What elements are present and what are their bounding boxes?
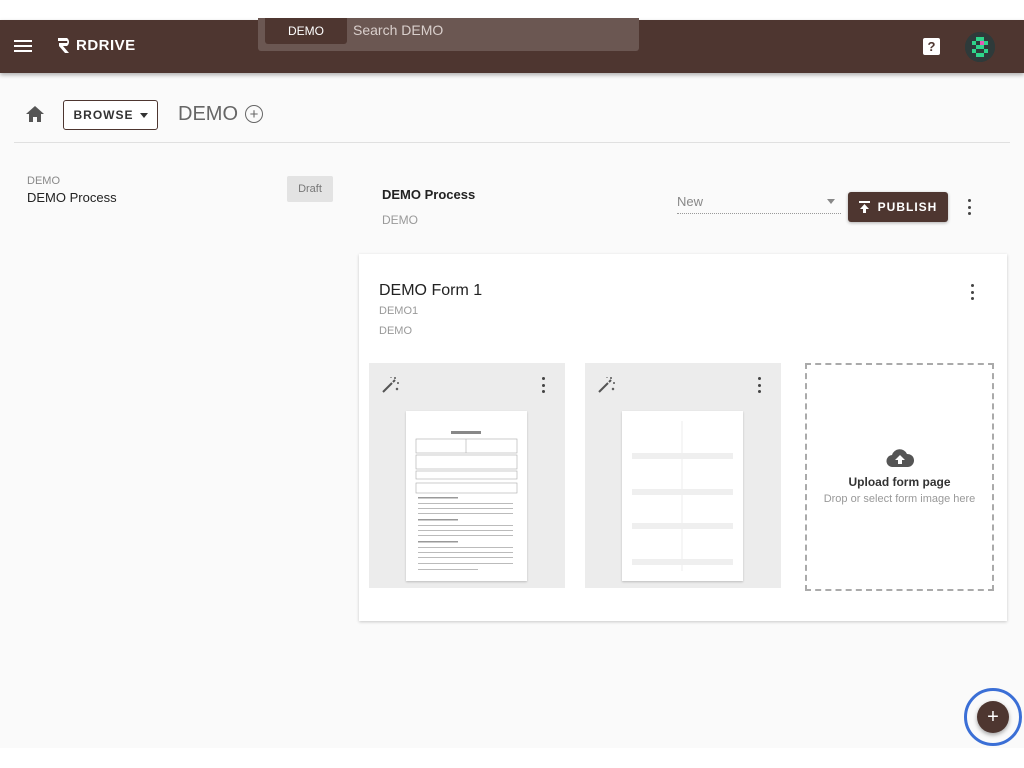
form-title: DEMO Form 1 [379,282,483,299]
form-owner: DEMO [379,325,412,337]
logo-text: RDRIVE [76,36,136,54]
chevron-down-icon [139,112,148,118]
breadcrumb: BROWSE DEMO + [0,73,1024,143]
upload-hint: Drop or select form image here [823,493,976,505]
page-thumbnail [406,411,527,581]
process-subtitle: DEMO [382,213,418,227]
status-badge: Draft [287,176,333,202]
document-preview-icon [415,431,518,570]
browse-label: BROWSE [73,108,134,122]
top-app-bar: RDRIVE DEMO ? [0,18,1024,73]
upload-icon [858,201,870,213]
process-more-vert-icon[interactable] [966,199,972,215]
status-select-value: New [677,194,704,209]
menu-icon[interactable] [14,37,32,55]
avatar[interactable] [965,32,995,62]
page-more-vert-icon[interactable] [540,377,546,393]
form-page-tile[interactable] [369,363,565,588]
page-more-vert-icon[interactable] [756,377,762,393]
help-icon[interactable]: ? [923,38,940,55]
search-scope-chip[interactable]: DEMO [265,18,347,44]
browse-button[interactable]: BROWSE [63,100,158,130]
page-thumbnail [622,411,743,581]
upload-dropzone[interactable]: Upload form page Drop or select form ima… [805,363,994,591]
magic-wand-icon[interactable] [381,376,399,394]
form-more-vert-icon[interactable] [969,284,975,300]
app-logo[interactable]: RDRIVE [55,35,136,55]
cloud-upload-icon [886,449,914,467]
upload-title: Upload form page [848,475,951,489]
home-icon[interactable] [26,106,44,122]
form-card: DEMO Form 1 DEMO1 DEMO Upload form page … [359,254,1007,621]
logo-mark-icon [58,38,69,53]
publish-button[interactable]: PUBLISH [848,192,948,222]
add-circle-icon[interactable]: + [245,105,263,123]
section-divider [14,142,1010,143]
process-title: DEMO Process [382,187,476,202]
search-bar: DEMO [258,18,639,51]
form-code: DEMO1 [379,305,419,317]
add-fab-button[interactable]: + [977,701,1009,733]
status-select[interactable]: New [677,190,841,214]
magic-wand-icon[interactable] [597,376,615,394]
document-preview-icon [632,421,733,571]
page-title: DEMO [178,103,238,125]
publish-label: PUBLISH [877,200,938,214]
fab-focus-ring: + [964,688,1022,746]
search-input[interactable] [353,18,633,42]
avatar-pixel-icon [965,32,995,62]
app-root: RDRIVE DEMO ? BROWSE [0,18,1024,748]
chevron-down-icon [827,199,835,204]
form-page-tile[interactable] [585,363,781,588]
